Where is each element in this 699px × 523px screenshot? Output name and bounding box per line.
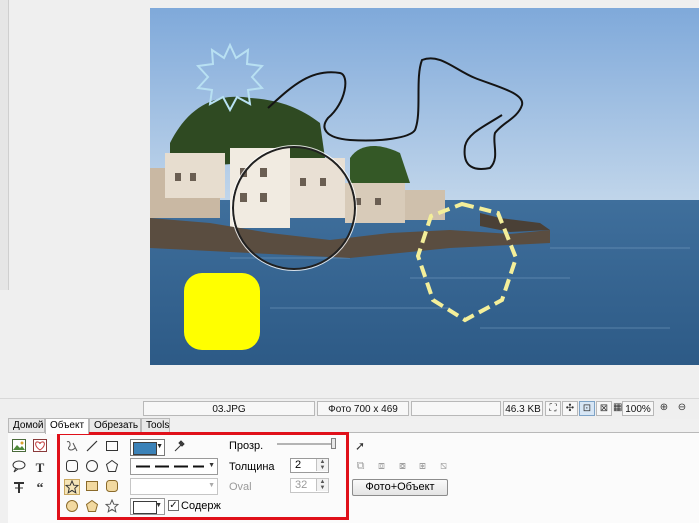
photo-object-button[interactable]: Фото+Объект bbox=[352, 479, 448, 496]
thickness-value: 2 bbox=[295, 459, 302, 471]
layer-forward-icon: ⧇ bbox=[399, 460, 406, 472]
thickness-label: Толщина bbox=[229, 461, 275, 473]
filled-rounded-rect-icon[interactable] bbox=[104, 479, 120, 495]
line-style-select[interactable]: ▼ bbox=[130, 458, 218, 475]
tab-home[interactable]: Домой bbox=[8, 418, 45, 433]
tab-tools[interactable]: Tools bbox=[141, 418, 170, 433]
rounded-rect-icon[interactable] bbox=[64, 459, 80, 475]
star-icon[interactable] bbox=[64, 479, 80, 495]
status-bar: 03.JPG Фото 700 x 469 46.3 KB ⛶ ✣ ⊡ ⊠ ▦ … bbox=[0, 398, 699, 419]
rounded-square-shape bbox=[184, 273, 260, 350]
filled-star-icon[interactable] bbox=[104, 498, 120, 515]
chevron-down-icon: ▼ bbox=[208, 462, 215, 469]
file-size-label: 46.3 KB bbox=[503, 401, 543, 416]
fill-style-select: ▼ bbox=[130, 478, 218, 495]
filled-rect-icon[interactable] bbox=[84, 479, 100, 495]
chevron-down-icon: ▼ bbox=[156, 443, 163, 450]
pentagon-icon[interactable] bbox=[104, 459, 120, 475]
filled-pentagon-icon[interactable] bbox=[84, 499, 100, 515]
expand-icon[interactable]: ✣ bbox=[562, 401, 578, 416]
zoom-rect-icon[interactable]: ⊡ bbox=[579, 401, 595, 416]
zoom-in-icon[interactable]: ⊕ bbox=[656, 401, 672, 416]
chevron-down-icon: ▼ bbox=[208, 482, 215, 489]
tab-crop[interactable]: Обрезать bbox=[89, 418, 141, 433]
ellipse-icon[interactable] bbox=[84, 459, 100, 475]
fill-color-swatch bbox=[133, 501, 157, 514]
zoom-level-label: 100% bbox=[622, 401, 654, 416]
line-icon[interactable] bbox=[84, 439, 100, 455]
zoom-out-icon[interactable]: ⊖ bbox=[674, 401, 690, 416]
rectangle-icon[interactable] bbox=[104, 439, 120, 455]
oval-value: 32 bbox=[295, 479, 308, 491]
delete-object-icon: ⧅ bbox=[440, 460, 447, 472]
zoom-actual-icon[interactable]: ⊠ bbox=[596, 401, 612, 416]
layer-to-back-icon: ⧉ bbox=[356, 460, 365, 472]
freehand-icon[interactable] bbox=[64, 439, 80, 455]
filename-label: 03.JPG bbox=[143, 401, 315, 416]
photo-canvas[interactable] bbox=[150, 8, 699, 365]
oval-stepper: 32 ▲ ▼ bbox=[290, 478, 329, 493]
content-checkbox-label: Содержа bbox=[181, 500, 221, 512]
canvas-area bbox=[0, 0, 699, 398]
quote-icon[interactable]: “ bbox=[32, 481, 48, 497]
watermark-text-icon[interactable] bbox=[11, 481, 27, 497]
stroke-color-picker[interactable]: ▼ bbox=[130, 439, 165, 456]
tab-object[interactable]: Объект bbox=[45, 418, 89, 434]
chevron-down-icon: ▼ bbox=[155, 502, 162, 509]
fit-icon[interactable]: ⛶ bbox=[545, 401, 561, 416]
sticker-icon[interactable] bbox=[32, 439, 48, 455]
fill-color-picker[interactable]: ▼ bbox=[130, 498, 165, 515]
opacity-label: Прозр. bbox=[229, 440, 264, 452]
eyedropper-icon[interactable] bbox=[171, 439, 187, 455]
filled-ellipse-icon[interactable] bbox=[64, 499, 80, 515]
oval-label: Оval bbox=[229, 481, 252, 493]
status-empty bbox=[411, 401, 501, 416]
checker-icon[interactable]: ▦ bbox=[613, 401, 622, 416]
image-info-label: Фото 700 x 469 bbox=[317, 401, 409, 416]
opacity-slider-thumb[interactable] bbox=[331, 438, 336, 449]
content-checkbox[interactable]: ✓ bbox=[168, 500, 179, 511]
text-icon[interactable]: T bbox=[32, 460, 48, 476]
left-panel-edge[interactable] bbox=[0, 0, 9, 290]
thickness-stepper[interactable]: 2 ▲ ▼ bbox=[290, 458, 329, 473]
cursor-icon[interactable]: ➚ bbox=[355, 439, 365, 453]
stroke-color-swatch bbox=[133, 442, 157, 455]
group-icon: ⧆ bbox=[419, 460, 426, 472]
layer-backward-icon: ⧈ bbox=[378, 460, 385, 472]
stepper-down-icon[interactable]: ▼ bbox=[316, 465, 328, 471]
insert-image-icon[interactable] bbox=[11, 439, 27, 455]
opacity-slider-track[interactable] bbox=[277, 443, 335, 445]
stepper-down-icon: ▼ bbox=[316, 485, 328, 491]
speech-bubble-icon[interactable] bbox=[11, 460, 27, 476]
